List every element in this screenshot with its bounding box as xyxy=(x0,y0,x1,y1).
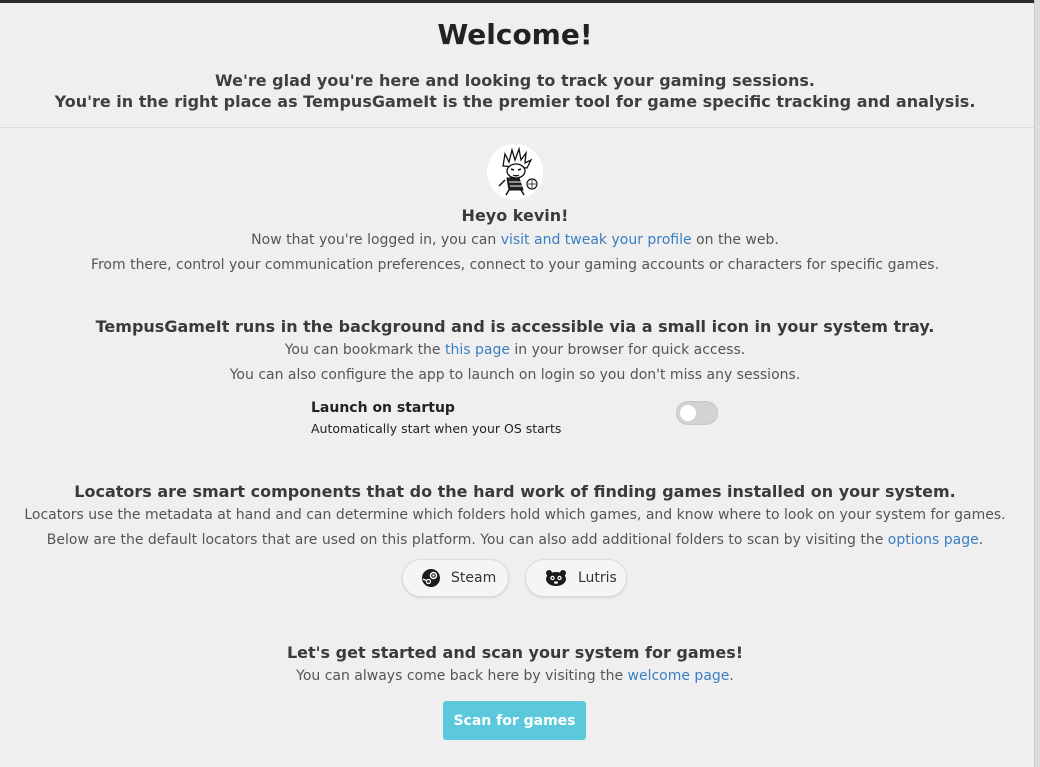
locators-line-2-prefix: Below are the default locators that are … xyxy=(46,532,888,548)
intro-line-2: You're in the right place as TempusGameI… xyxy=(54,92,976,111)
locators-line-2-suffix: . xyxy=(978,532,984,548)
toggle-knob xyxy=(680,405,696,421)
page-title: Welcome! xyxy=(437,18,593,51)
lutris-icon xyxy=(544,568,568,588)
profile-link[interactable]: visit and tweak your profile xyxy=(501,232,692,248)
locators-line-2: Below are the default locators that are … xyxy=(0,531,1030,549)
header-divider xyxy=(0,127,1034,128)
launch-on-startup-toggle[interactable] xyxy=(676,401,718,425)
bookmark-line-prefix: You can bookmark the xyxy=(284,342,445,358)
bookmark-line: You can bookmark the this page in your b… xyxy=(0,341,1030,359)
scan-line-prefix: You can always come back here by visitin… xyxy=(296,668,628,684)
avatar xyxy=(487,144,543,200)
scan-line: You can always come back here by visitin… xyxy=(0,667,1030,685)
launch-on-startup-setting: Launch on startup Automatically start wh… xyxy=(311,400,731,444)
locator-lutris[interactable]: Lutris xyxy=(525,559,627,597)
profile-line-1: Now that you're logged in, you can visit… xyxy=(0,231,1030,249)
intro-line-1: We're glad you're here and looking to tr… xyxy=(215,71,815,90)
steam-icon xyxy=(421,568,441,588)
intro-text: We're glad you're here and looking to tr… xyxy=(0,70,1030,112)
locator-steam[interactable]: Steam xyxy=(402,559,509,597)
locators-heading: Locators are smart components that do th… xyxy=(74,482,956,501)
launch-info-line: You can also configure the app to launch… xyxy=(229,367,801,383)
profile-line-1-suffix: on the web. xyxy=(691,232,779,248)
scan-for-games-button[interactable]: Scan for games xyxy=(443,701,586,740)
this-page-link[interactable]: this page xyxy=(445,342,510,358)
scan-heading: Let's get started and scan your system f… xyxy=(286,643,744,662)
user-greeting: Heyo kevin! xyxy=(461,206,569,225)
launch-on-startup-description: Automatically start when your OS starts xyxy=(311,421,562,436)
options-page-link[interactable]: options page xyxy=(888,532,979,548)
locator-lutris-label: Lutris xyxy=(578,570,617,586)
welcome-page: Welcome! We're glad you're here and look… xyxy=(0,0,1034,767)
launch-on-startup-title: Launch on startup xyxy=(311,400,455,416)
locator-steam-label: Steam xyxy=(451,570,497,586)
welcome-page-link[interactable]: welcome page xyxy=(628,668,730,684)
profile-line-2: From there, control your communication p… xyxy=(90,257,940,273)
scan-line-suffix: . xyxy=(729,668,734,684)
background-heading: TempusGameIt runs in the background and … xyxy=(95,317,935,336)
profile-line-1-prefix: Now that you're logged in, you can xyxy=(251,232,501,248)
locators-line-1: Locators use the metadata at hand and ca… xyxy=(24,507,1006,523)
scrollbar[interactable] xyxy=(1034,0,1040,767)
avatar-cartoon-icon xyxy=(487,144,543,200)
bookmark-line-suffix: in your browser for quick access. xyxy=(509,342,746,358)
